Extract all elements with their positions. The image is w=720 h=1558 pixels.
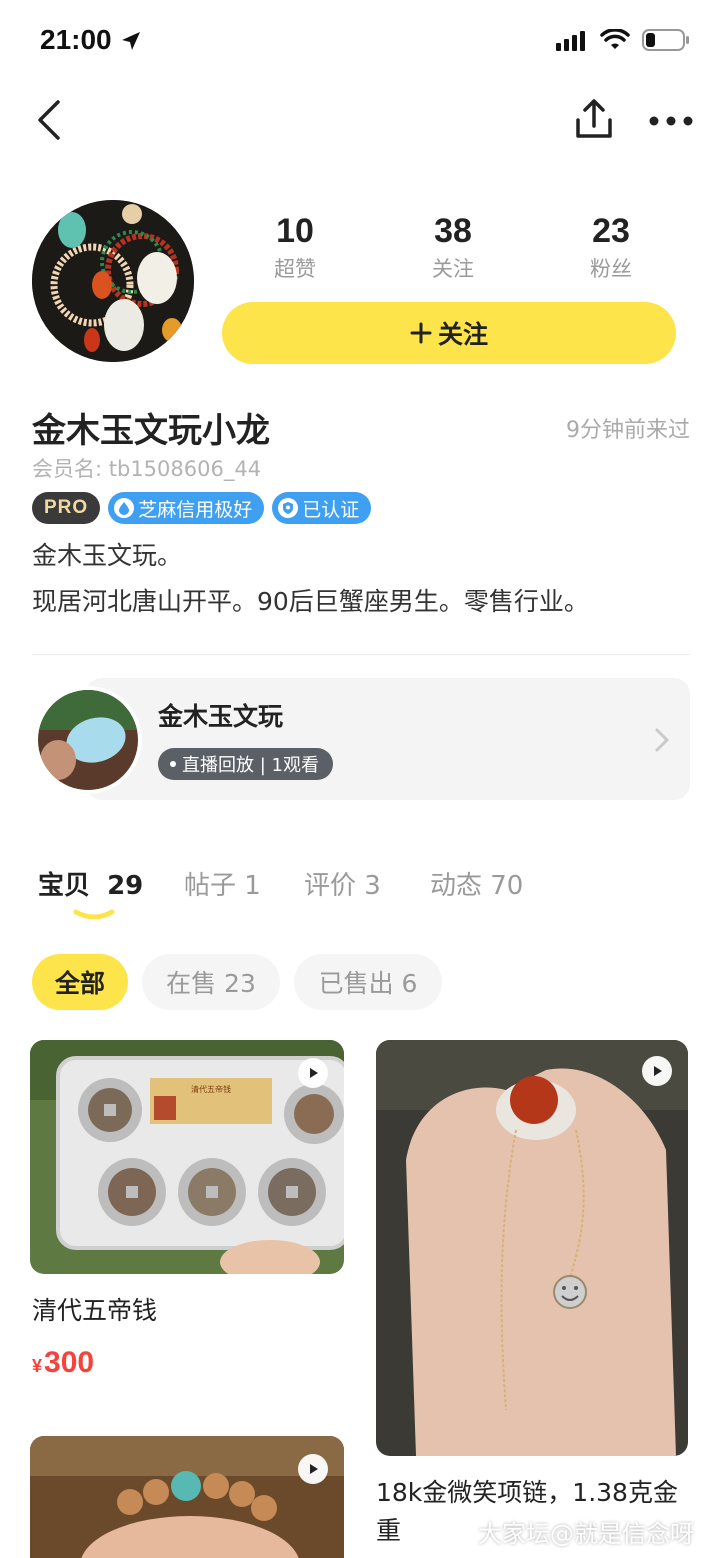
verified-badge-label: 已认证 [302,498,360,521]
product-title-line-2[interactable]: 重 [376,1512,401,1550]
location-arrow-icon [122,32,140,50]
tab-items-count: 29 [107,871,144,901]
tab-reviews[interactable]: 评价 3 [304,868,381,904]
tab-active-indicator [73,909,115,920]
tab-items-label: 宝贝 [38,871,91,901]
stat-followers[interactable]: 23 粉丝 [546,208,676,284]
product-price: ¥300 [32,1346,94,1380]
follow-button[interactable]: 关注 [222,302,676,364]
chevron-right-icon[interactable] [652,726,672,754]
live-title: 金木玉文玩 [158,702,284,731]
stat-likes-label: 超赞 [274,257,316,281]
stat-following-label: 关注 [432,257,474,281]
tab-posts[interactable]: 帖子 1 [184,868,261,904]
product-image[interactable] [30,1436,344,1558]
share-icon[interactable] [572,96,616,144]
avatar[interactable] [32,200,194,362]
product-title[interactable]: 清代五帝钱 [32,1292,157,1330]
plaque-text: 清代五帝钱 [191,1084,231,1094]
back-icon[interactable] [30,96,70,144]
coin-set-image: 清代五帝钱 [30,1040,344,1274]
ring-necklace-image [376,1040,688,1456]
pro-badge-label: PRO [44,497,89,518]
status-bar: 21:00 [0,0,720,88]
product-title-line-1[interactable]: 18k金微笑项链，1.38克金 [376,1474,678,1512]
live-dot-icon [170,761,176,767]
cellular-signal-icon [556,31,585,51]
wifi-icon [600,29,630,49]
bead-bracelet-image [30,1436,344,1558]
video-play-icon [642,1056,672,1086]
video-play-icon [298,1058,328,1088]
filter-all[interactable]: 全部 [32,954,128,1010]
tab-activity[interactable]: 动态 70 [430,868,523,904]
credit-badge-label: 芝麻信用极好 [138,498,253,521]
pro-badge[interactable]: PRO [32,492,101,524]
currency-symbol: ¥ [32,1356,43,1376]
live-avatar[interactable] [34,686,142,794]
plus-icon [410,322,432,344]
follow-button-label: 关注 [437,320,488,349]
bio-line-1: 金木玉文玩。 [32,541,183,570]
live-replay-label: 直播回放 | 1观看 [182,755,319,776]
product-image[interactable]: 清代五帝钱 [30,1040,344,1274]
product-image[interactable] [376,1040,688,1456]
tab-items[interactable]: 宝贝 29 [38,868,143,904]
credit-badge[interactable]: 芝麻信用极好 [108,492,265,524]
member-id: 会员名: tb1508606_44 [32,457,262,481]
divider [32,654,690,655]
watermark: 大家坛@就是信念呀 [478,1520,694,1548]
filter-on-sale[interactable]: 在售 23 [142,954,280,1010]
username: 金木玉文玩小龙 [32,411,270,451]
verified-badge[interactable]: 已认证 [272,492,372,524]
battery-icon [642,29,689,51]
last-visit: 9分钟前来过 [566,418,690,443]
live-replay-tag[interactable]: 直播回放 | 1观看 [158,748,333,780]
video-play-icon [298,1454,328,1484]
price-amount: 300 [44,1346,95,1379]
stat-following-count: 38 [434,212,472,250]
bio-line-2: 现居河北唐山开平。90后巨蟹座男生。零售行业。 [32,587,589,616]
sesame-credit-icon [114,498,135,518]
filter-sold[interactable]: 已售出 6 [294,954,442,1010]
stat-followers-count: 23 [592,212,630,250]
stat-followers-label: 粉丝 [590,257,632,281]
stat-likes-count: 10 [276,212,314,250]
stat-likes[interactable]: 10 超赞 [230,208,360,284]
avatar-image [32,200,194,362]
status-time: 21:00 [40,24,112,55]
live-card[interactable] [86,678,690,800]
stat-following[interactable]: 38 关注 [388,208,518,284]
more-icon[interactable] [646,106,696,136]
badges-row: PRO 芝麻信用极好 已认证 [32,492,372,524]
stats-row: 10 超赞 38 关注 23 粉丝 [214,208,692,288]
verified-icon [278,498,299,518]
live-avatar-image [38,690,138,790]
